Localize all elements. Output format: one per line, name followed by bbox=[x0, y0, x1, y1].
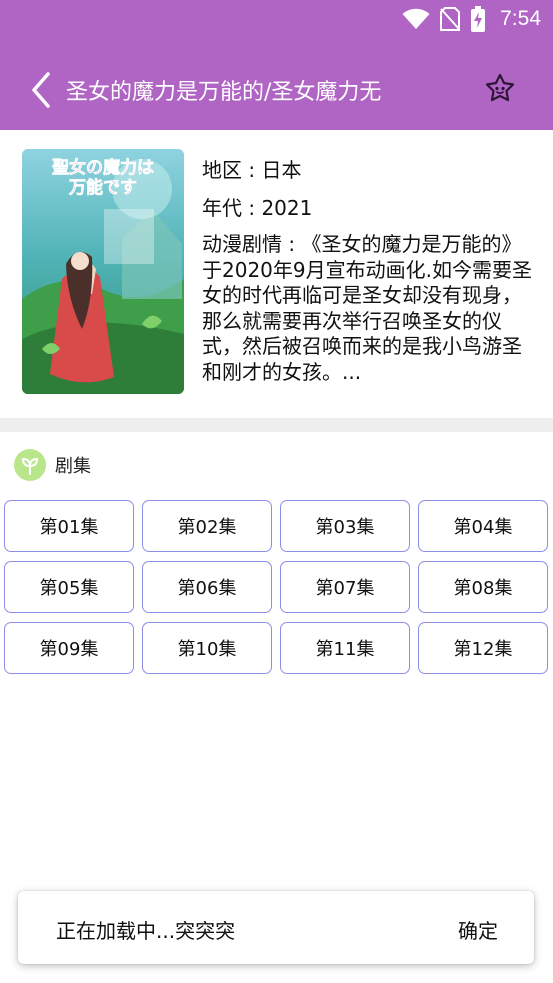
page-title: 圣女的魔力是万能的/圣女魔力无 bbox=[66, 80, 382, 105]
star-face-icon bbox=[485, 73, 515, 102]
episode-button[interactable]: 第01集 bbox=[4, 500, 134, 552]
section-divider bbox=[0, 418, 553, 432]
episodes-section-header: 剧集 bbox=[14, 448, 91, 482]
episode-button[interactable]: 第09集 bbox=[4, 622, 134, 674]
status-time: 7:54 bbox=[500, 7, 541, 30]
no-sim-icon bbox=[440, 7, 461, 31]
loading-snackbar: 正在加载中...突突突 确定 bbox=[18, 891, 534, 964]
app-header: 7:54 圣女的魔力是万能的/圣女魔力无 bbox=[0, 0, 553, 130]
episode-button[interactable]: 第05集 bbox=[4, 561, 134, 613]
anime-poster: 聖女の魔力は 万能です bbox=[22, 149, 184, 394]
wifi-icon bbox=[402, 8, 430, 29]
back-button[interactable] bbox=[26, 70, 58, 110]
synopsis-text: 动漫剧情 : 《圣女的魔力是万能的》于2020年9月宣布动画化.如今需要圣女的时… bbox=[202, 232, 532, 384]
sprout-icon bbox=[14, 449, 46, 481]
episode-button[interactable]: 第04集 bbox=[418, 500, 548, 552]
year-text: 年代 : 2021 bbox=[202, 196, 313, 220]
episode-button[interactable]: 第02集 bbox=[142, 500, 272, 552]
episodes-section-label: 剧集 bbox=[55, 456, 91, 477]
battery-charging-icon bbox=[471, 6, 486, 32]
episode-button[interactable]: 第11集 bbox=[280, 622, 410, 674]
episode-button[interactable]: 第06集 bbox=[142, 561, 272, 613]
episode-button[interactable]: 第03集 bbox=[280, 500, 410, 552]
region-text: 地区 : 日本 bbox=[202, 158, 302, 182]
favorite-button[interactable] bbox=[483, 72, 517, 106]
back-chevron-icon bbox=[32, 72, 50, 108]
anime-info: 聖女の魔力は 万能です 地区 : 日本 年代 : 2021 动漫剧情 : 《圣女… bbox=[0, 130, 553, 418]
svg-text:万能です: 万能です bbox=[68, 177, 137, 198]
poster-title-art: 聖女の魔力は bbox=[52, 157, 154, 178]
snackbar-message: 正在加载中...突突突 bbox=[56, 919, 236, 943]
app-bar: 圣女的魔力是万能的/圣女魔力无 bbox=[0, 50, 553, 128]
episode-grid: 第01集 第02集 第03集 第04集 第05集 第06集 第07集 第08集 … bbox=[4, 500, 553, 674]
episode-button[interactable]: 第07集 bbox=[280, 561, 410, 613]
status-bar: 7:54 bbox=[0, 0, 553, 38]
episode-button[interactable]: 第08集 bbox=[418, 561, 548, 613]
episode-button[interactable]: 第10集 bbox=[142, 622, 272, 674]
anime-details: 地区 : 日本 年代 : 2021 动漫剧情 : 《圣女的魔力是万能的》于202… bbox=[202, 156, 532, 385]
confirm-button[interactable]: 确定 bbox=[458, 915, 498, 944]
episode-button[interactable]: 第12集 bbox=[418, 622, 548, 674]
